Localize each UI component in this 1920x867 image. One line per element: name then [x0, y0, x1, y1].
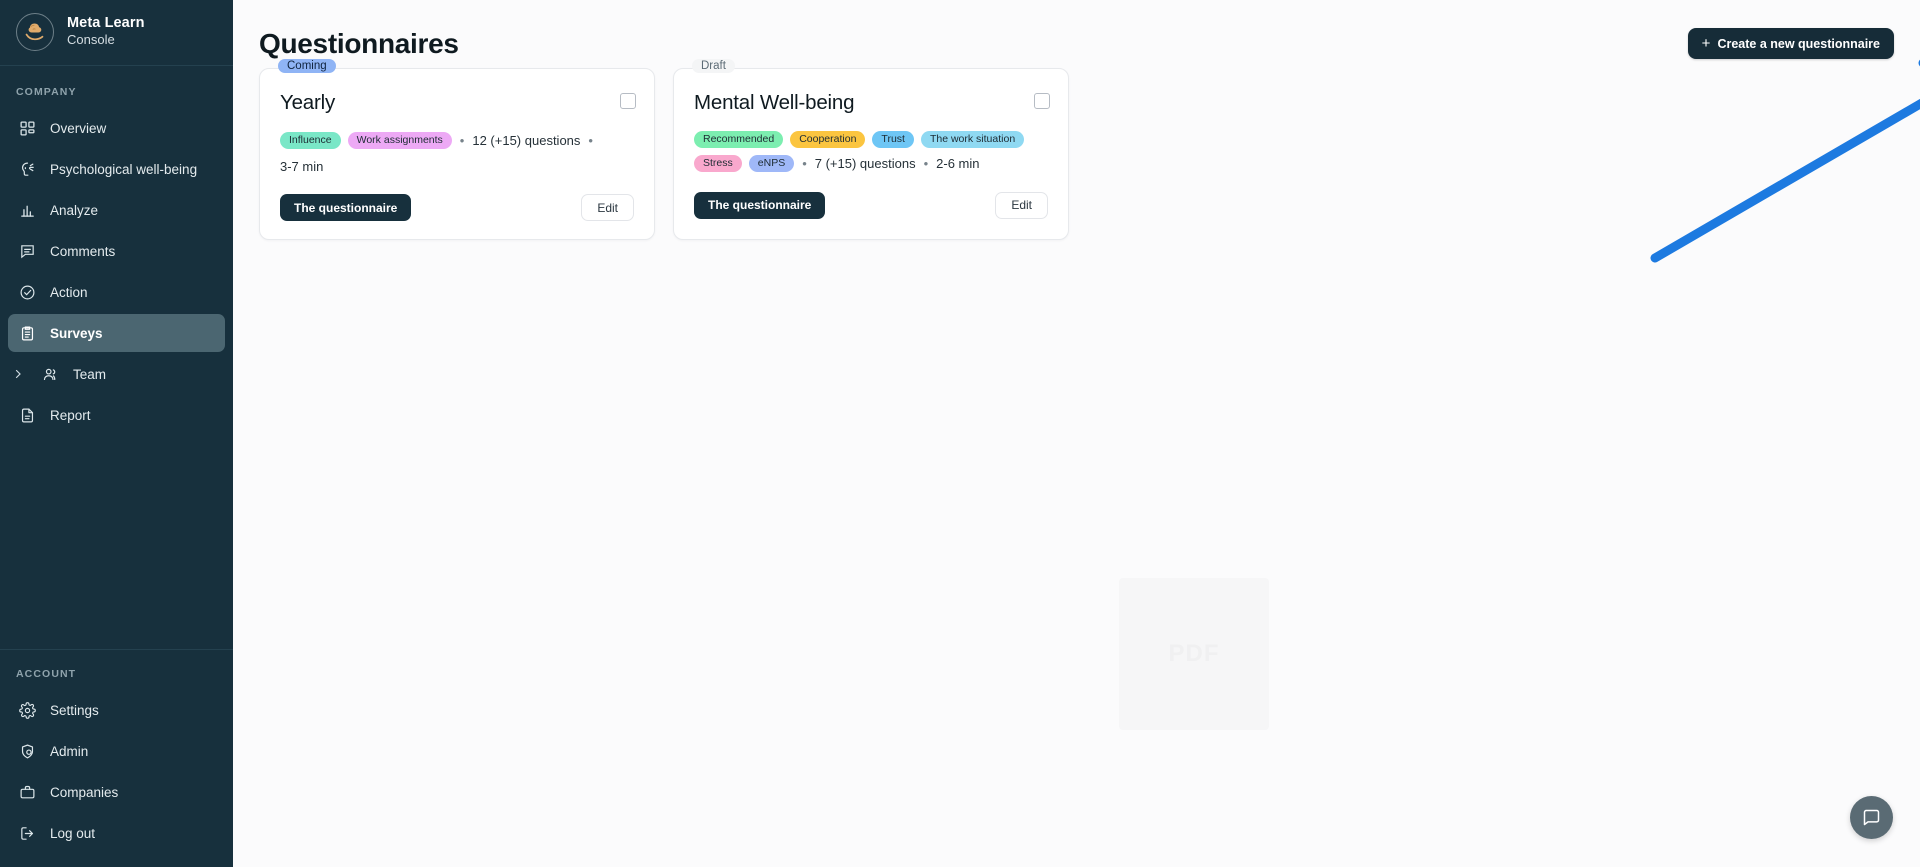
sidebar-heading-account: ACCOUNT — [16, 668, 77, 680]
sidebar: Meta Learn Console COMPANY Overview Psyc… — [0, 0, 233, 867]
card-title: Yearly — [280, 91, 336, 114]
main-content: Questionnaires + Create a new questionna… — [233, 0, 1920, 867]
sidebar-item-label: Analyze — [50, 202, 99, 218]
sidebar-heading-company: COMPANY — [16, 86, 77, 98]
questionnaire-card[interactable]: Coming Yearly Influence Work assignments… — [259, 59, 655, 240]
sidebar-item-label: Action — [50, 284, 88, 300]
sidebar-item-label: Psychological well-being — [50, 161, 198, 177]
logout-icon — [18, 824, 37, 843]
card-title: Mental Well-being — [694, 91, 855, 114]
card-select-checkbox[interactable] — [1034, 93, 1050, 109]
message-square-icon — [18, 242, 37, 261]
users-icon — [41, 365, 60, 384]
sidebar-item-label: Comments — [50, 243, 116, 259]
brand-subtitle: Console — [67, 32, 115, 48]
sidebar-item-psychological-well-being[interactable]: Psychological well-being — [8, 150, 225, 188]
page-title: Questionnaires — [259, 28, 459, 59]
brand-name: Meta Learn — [67, 15, 145, 32]
sidebar-item-analyze[interactable]: Analyze — [8, 191, 225, 229]
create-button-label: Create a new questionnaire — [1717, 36, 1880, 51]
check-circle-icon — [18, 283, 37, 302]
head-wellbeing-icon — [18, 160, 37, 179]
sidebar-item-report[interactable]: Report — [8, 396, 225, 434]
grid-icon — [18, 119, 37, 138]
sidebar-item-action[interactable]: Action — [8, 273, 225, 311]
sidebar-item-companies[interactable]: Companies — [8, 773, 225, 811]
sidebar-item-label: Settings — [50, 702, 99, 718]
questionnaire-card[interactable]: Draft Mental Well-being Recommended Coop… — [673, 59, 1069, 240]
edit-questionnaire-button[interactable]: Edit — [995, 191, 1048, 219]
chat-bubble-icon — [1863, 809, 1880, 826]
sidebar-item-settings[interactable]: Settings — [8, 691, 225, 729]
sidebar-item-label: Team — [73, 366, 107, 382]
sidebar-section-account: ACCOUNT Settings Admin Companies Log out — [0, 649, 233, 867]
questions-count: 12 (+15) questions — [472, 133, 581, 148]
sidebar-item-team[interactable]: Team — [8, 355, 225, 393]
app-root: Meta Learn Console COMPANY Overview Psyc… — [0, 0, 1920, 867]
card-meta: Recommended Cooperation Trust The work s… — [694, 131, 1048, 174]
sidebar-item-overview[interactable]: Overview — [8, 109, 225, 147]
tag-chip[interactable]: Work assignments — [347, 132, 452, 150]
watermark-label: PDF — [1168, 640, 1220, 667]
card-actions: The questionnaire Edit — [694, 191, 1048, 219]
gear-icon — [18, 701, 37, 720]
sidebar-item-label: Surveys — [50, 325, 103, 341]
chat-support-button[interactable] — [1850, 796, 1893, 839]
duration-text: 3-7 min — [280, 158, 324, 174]
briefcase-icon — [18, 783, 37, 802]
sidebar-item-admin[interactable]: Admin — [8, 732, 225, 770]
card-select-checkbox[interactable] — [620, 93, 636, 109]
meta-separator: • — [923, 156, 929, 171]
tag-chip[interactable]: Recommended — [694, 131, 784, 148]
tag-chip[interactable]: Trust — [872, 131, 914, 148]
file-text-icon — [18, 406, 37, 425]
sidebar-item-label: Overview — [50, 120, 107, 136]
placeholder-watermark: PDF — [1119, 578, 1269, 730]
clipboard-list-icon — [18, 324, 37, 343]
tag-chip[interactable]: Influence — [280, 132, 341, 150]
questions-count: 7 (+15) questions — [814, 156, 916, 171]
sidebar-item-label: Admin — [50, 743, 89, 759]
sidebar-item-surveys[interactable]: Surveys — [8, 314, 225, 352]
sidebar-section-company: COMPANY Overview Psychological well-bein… — [0, 66, 233, 437]
bar-chart-icon — [18, 201, 37, 220]
brand-header[interactable]: Meta Learn Console — [0, 0, 233, 66]
sidebar-item-label: Companies — [50, 784, 119, 800]
sidebar-item-log-out[interactable]: Log out — [8, 814, 225, 852]
create-new-questionnaire-button[interactable]: + Create a new questionnaire — [1687, 28, 1894, 59]
edit-questionnaire-button[interactable]: Edit — [581, 194, 634, 221]
status-badge: Draft — [692, 59, 735, 73]
meta-separator: • — [588, 133, 593, 148]
status-badge: Coming — [278, 59, 336, 73]
card-meta: Influence Work assignments • 12 (+15) qu… — [280, 131, 634, 176]
chevron-right-icon[interactable] — [8, 368, 28, 380]
sidebar-item-label: Report — [50, 407, 91, 423]
questionnaire-cards: Coming Yearly Influence Work assignments… — [259, 59, 1069, 240]
sidebar-item-comments[interactable]: Comments — [8, 232, 225, 270]
shield-user-icon — [18, 742, 37, 761]
card-actions: The questionnaire Edit — [280, 194, 634, 221]
meta-separator: • — [459, 133, 465, 148]
open-questionnaire-button[interactable]: The questionnaire — [694, 191, 826, 219]
brand-logo-icon — [16, 12, 54, 51]
duration-text: 2-6 min — [936, 156, 980, 171]
tag-chip[interactable]: Stress — [694, 155, 742, 173]
open-questionnaire-button[interactable]: The questionnaire — [280, 194, 412, 221]
meta-separator: • — [802, 156, 807, 171]
tag-chip[interactable]: The work situation — [920, 131, 1025, 148]
sidebar-item-label: Log out — [50, 825, 96, 841]
plus-icon: + — [1701, 34, 1711, 52]
brand-text: Meta Learn Console — [67, 14, 145, 48]
tag-chip[interactable]: eNPS — [748, 155, 795, 173]
tag-chip[interactable]: Cooperation — [790, 131, 866, 148]
